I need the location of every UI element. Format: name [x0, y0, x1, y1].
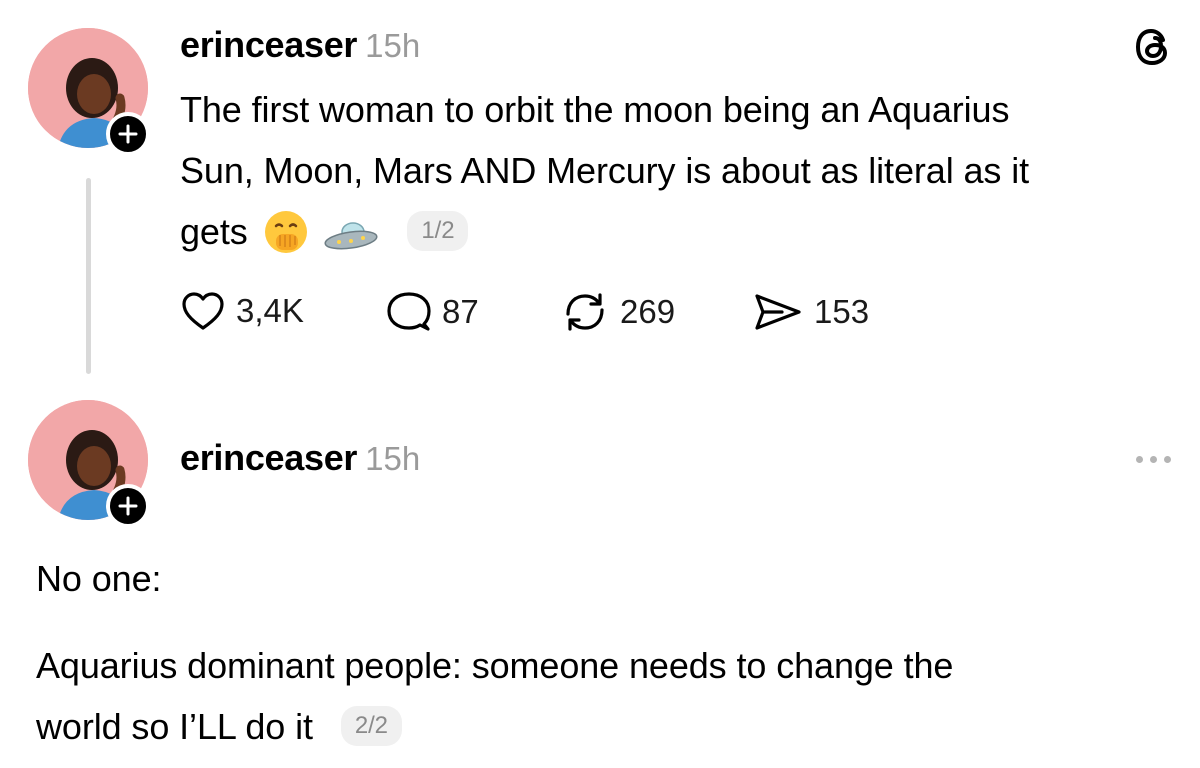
post-text-line: Aquarius dominant people: someone needs … [36, 645, 954, 686]
comment-icon [387, 292, 431, 331]
repost-button[interactable]: 269 [560, 290, 675, 334]
repost-count: 269 [620, 293, 676, 330]
post-text-line: Sun, Moon, Mars AND Mercury is about as … [180, 150, 1030, 191]
repost-icon [566, 293, 604, 331]
share-button[interactable]: 153 [752, 290, 869, 334]
hand-over-mouth-emoji [262, 208, 310, 274]
post-header: erinceaser 15h [180, 437, 420, 483]
plus-icon [118, 496, 138, 516]
thread-pager: 2/2 [340, 706, 402, 746]
post-text-last-line: world so I’LL do it 2/2 [36, 696, 1186, 757]
post-body: No one: Aquarius dominant people: someon… [36, 548, 1186, 757]
post-text-line: No one: [36, 558, 162, 599]
flying-saucer-emoji [323, 213, 379, 274]
reply-count: 87 [442, 293, 479, 330]
post-header: erinceaser 15h [180, 24, 420, 70]
thread-connector [86, 178, 91, 374]
timestamp[interactable]: 15h [365, 440, 420, 478]
plus-icon [118, 124, 138, 144]
follow-button[interactable] [106, 112, 150, 156]
post-text-line: gets [180, 211, 248, 252]
username[interactable]: erinceaser [180, 437, 357, 479]
username[interactable]: erinceaser [180, 24, 357, 66]
heart-icon [182, 292, 224, 330]
follow-button[interactable] [106, 484, 150, 528]
post-text-line: world so I’LL do it [36, 706, 313, 747]
like-button[interactable]: 3,4K [180, 290, 304, 332]
post-body: The first woman to orbit the moon being … [180, 79, 1190, 274]
share-count: 153 [814, 293, 870, 330]
like-count: 3,4K [236, 292, 304, 329]
more-options-icon[interactable] [1136, 456, 1171, 463]
send-icon [755, 294, 801, 330]
threads-logo-icon[interactable] [1134, 26, 1174, 73]
post-text-line: The first woman to orbit the moon being … [180, 89, 1010, 130]
reply-button[interactable]: 87 [386, 290, 479, 334]
post-text-last-line: gets 1/2 [180, 201, 1190, 274]
thread-pager: 1/2 [407, 211, 469, 251]
timestamp[interactable]: 15h [365, 27, 420, 65]
